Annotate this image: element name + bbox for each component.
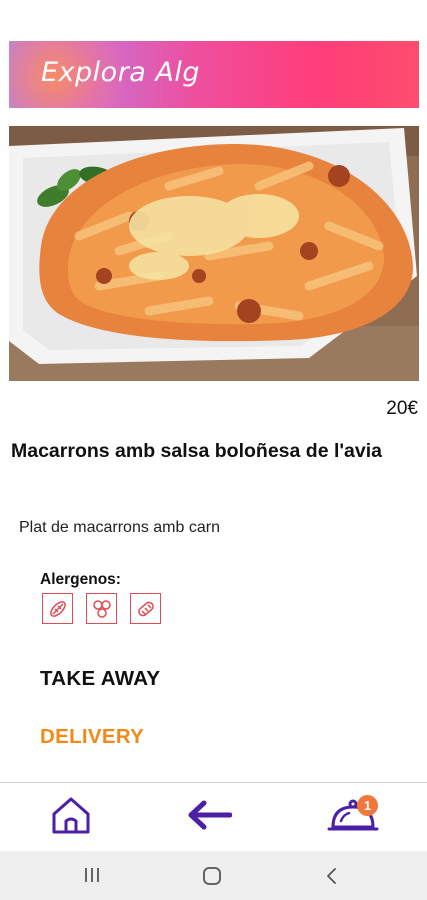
status-bar [0,0,427,30]
allergens-label: Alergenos: [40,571,121,588]
app-title: Explora Alg [41,57,201,88]
gluten-wheat-icon [42,593,73,624]
takeaway-option[interactable]: TAKE AWAY [40,667,160,691]
system-navigation-bar [0,851,427,900]
dish-name: Macarrons amb salsa boloñesa de l'avia [11,440,382,462]
recent-apps-icon [82,868,102,888]
orders-button[interactable]: 1 [325,793,381,841]
back-button[interactable] [182,795,236,839]
back-arrow-icon [186,798,233,837]
allergen-list [42,593,161,624]
dish-photo [9,126,419,381]
system-back-icon [324,868,338,890]
bottom-navigation: 1 [0,783,427,851]
system-back-button[interactable] [324,866,338,891]
recent-apps-button[interactable] [82,866,102,889]
system-home-button[interactable] [202,866,222,891]
home-button[interactable] [46,793,96,841]
eggs-molecule-icon [86,593,117,624]
system-home-icon [202,867,222,890]
dish-description: Plat de macarrons amb carn [19,519,220,536]
dish-price: 20€ [386,398,418,419]
cereal-grain-icon [130,593,161,624]
orders-badge: 1 [357,795,378,816]
header-banner: Explora Alg [9,41,419,108]
delivery-option[interactable]: DELIVERY [40,725,144,749]
home-icon [50,794,92,841]
